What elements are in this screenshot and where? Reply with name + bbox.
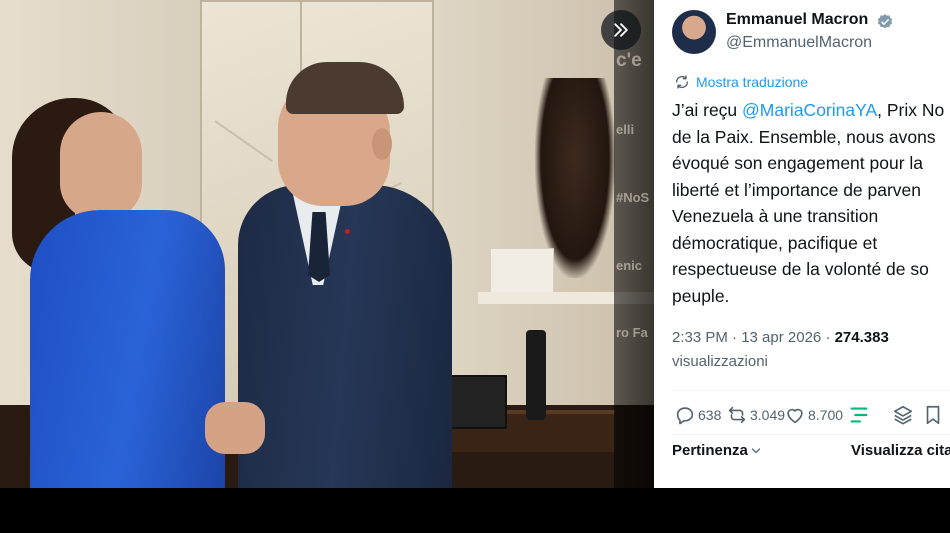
handshake xyxy=(205,402,265,454)
retweet-icon xyxy=(728,406,746,424)
retweet-count: 3.049 xyxy=(750,407,786,423)
media-viewer: c'e elli #NoS enic ro Fa xyxy=(0,0,654,488)
tweet-text-line: évoqué son engagement pour la xyxy=(672,153,924,173)
like-count: 8.700 xyxy=(808,407,844,423)
sort-dropdown[interactable]: Pertinenza xyxy=(672,442,762,459)
tweet-text-line: liberté et l’importance de parven xyxy=(672,179,922,200)
woman-blue-jacket xyxy=(30,210,225,488)
reply-icon xyxy=(676,407,694,425)
text-segment: J’ai reçu xyxy=(672,100,743,120)
layers-icon xyxy=(893,405,913,425)
verified-badge-icon xyxy=(877,14,893,29)
overlay-text: enic xyxy=(616,258,643,273)
tweet-meta: 2:33 PM · 13 apr 2026 · 274.383 visualiz… xyxy=(672,326,889,374)
tweet-text: J’ai reçu @MariaCorinaYA, Prix No de la … xyxy=(672,97,950,309)
background-page-overlay xyxy=(614,0,654,488)
grok-button[interactable] xyxy=(848,404,870,426)
bookmark-icon xyxy=(926,405,940,425)
mention-link[interactable]: @MariaCorinaYA xyxy=(742,100,877,120)
divider xyxy=(672,390,950,391)
see-quotes-link[interactable]: Visualizza cita xyxy=(851,442,950,459)
timestamp[interactable]: 2:33 PM · 13 apr 2026 · xyxy=(672,329,835,346)
overlay-text: #NoS xyxy=(616,190,650,205)
retweet-button[interactable]: 3.049 xyxy=(726,404,785,426)
expand-button[interactable] xyxy=(601,10,641,50)
reply-button[interactable]: 638 xyxy=(674,404,721,426)
tweet-panel: Emmanuel Macron @EmmanuelMacron Mostra t… xyxy=(654,0,950,488)
white-box xyxy=(490,248,554,296)
tweet-text-line: peuple. xyxy=(672,285,730,306)
translate-link[interactable]: Mostra traduzione xyxy=(674,74,808,90)
author-name[interactable]: Emmanuel Macron xyxy=(726,11,868,29)
translate-label: Mostra traduzione xyxy=(696,74,809,90)
text-segment: , Prix No xyxy=(877,100,945,120)
lamp xyxy=(526,330,546,420)
overlay-text: ro Fa xyxy=(616,325,648,340)
man-ear xyxy=(372,128,392,160)
woman-face xyxy=(60,112,142,220)
action-bar: 638 3.049 8.700 xyxy=(674,404,950,432)
chevron-down-icon xyxy=(751,447,760,453)
translate-icon xyxy=(676,75,688,89)
sort-label: Pertinenza xyxy=(672,442,748,459)
like-button[interactable]: 8.700 xyxy=(784,404,843,426)
double-chevron-right-icon xyxy=(614,23,628,37)
bookmark-stack-button[interactable] xyxy=(892,404,914,426)
bookmark-button[interactable] xyxy=(922,404,944,426)
reply-count: 638 xyxy=(698,407,722,423)
tweet-text-line: J’ai reçu @MariaCorinaYA, Prix No xyxy=(672,97,950,124)
divider xyxy=(672,434,950,435)
views-label: visualizzazioni xyxy=(672,353,768,370)
avatar[interactable] xyxy=(672,10,716,54)
grok-icon xyxy=(850,407,868,423)
author-handle[interactable]: @EmmanuelMacron xyxy=(726,34,872,52)
tweet-text-line: respectueuse de la volonté de so xyxy=(672,259,929,279)
tweet-text-line: de la Paix. Ensemble, nous avons xyxy=(672,126,936,147)
tweet-text-line: Venezuela à une transition xyxy=(672,206,879,226)
overlay-text: c'e xyxy=(616,50,642,71)
overlay-text: elli xyxy=(616,122,635,137)
heart-icon xyxy=(787,408,803,424)
lapel-pin xyxy=(345,229,350,234)
views-count: 274.383 xyxy=(834,329,889,346)
tweet-text-line: démocratique, pacifique et xyxy=(672,232,878,253)
